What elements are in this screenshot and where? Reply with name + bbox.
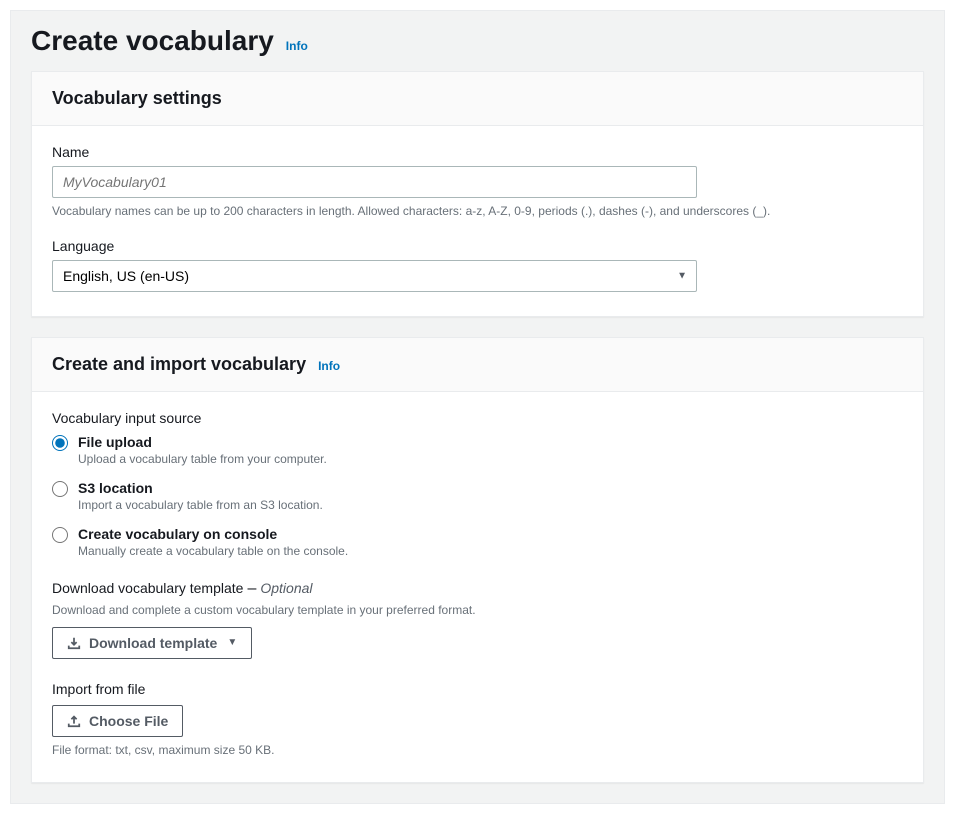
vocabulary-settings-title: Vocabulary settings [52,88,222,109]
radio-item-console[interactable]: Create vocabulary on console Manually cr… [52,526,903,558]
create-import-title: Create and import vocabulary [52,354,306,375]
language-field: Language English, US (en-US) ▼ [52,238,903,292]
radio-text: File upload Upload a vocabulary table fr… [78,434,327,466]
language-label: Language [52,238,903,254]
choose-file-button-label: Choose File [89,713,168,729]
download-template-hint: Download and complete a custom vocabular… [52,602,903,619]
download-icon [67,636,81,650]
input-source-radio-group: File upload Upload a vocabulary table fr… [52,434,903,558]
radio-text: S3 location Import a vocabulary table fr… [78,480,323,512]
choose-file-button[interactable]: Choose File [52,705,183,737]
import-file-label: Import from file [52,681,903,697]
radio-desc: Manually create a vocabulary table on th… [78,544,348,558]
name-hint: Vocabulary names can be up to 200 charac… [52,203,903,220]
panel-body: Vocabulary input source File upload Uplo… [32,392,923,783]
radio-item-file-upload[interactable]: File upload Upload a vocabulary table fr… [52,434,903,466]
name-label: Name [52,144,903,160]
radio-console[interactable] [52,527,68,543]
import-file-section: Import from file Choose File File format… [52,681,903,759]
vocabulary-name-input[interactable] [52,166,697,198]
language-select-wrap: English, US (en-US) ▼ [52,260,697,292]
page-header: Create vocabulary Info [31,25,924,57]
page-container: Create vocabulary Info Vocabulary settin… [10,10,945,804]
download-template-button[interactable]: Download template ▼ [52,627,252,659]
download-template-button-label: Download template [89,635,217,651]
panel-body: Name Vocabulary names can be up to 200 c… [32,126,923,316]
import-file-hint: File format: txt, csv, maximum size 50 K… [52,742,903,759]
radio-title: Create vocabulary on console [78,526,348,542]
input-source-label: Vocabulary input source [52,410,903,426]
create-import-info-link[interactable]: Info [318,359,340,373]
page-title: Create vocabulary [31,25,274,57]
name-field: Name Vocabulary names can be up to 200 c… [52,144,903,220]
download-template-label: Download vocabulary template [52,580,243,596]
create-import-panel: Create and import vocabulary Info Vocabu… [31,337,924,784]
upload-icon [67,714,81,728]
separator: – [247,580,256,598]
radio-desc: Upload a vocabulary table from your comp… [78,452,327,466]
optional-tag: Optional [260,580,312,596]
language-select[interactable]: English, US (en-US) [52,260,697,292]
radio-desc: Import a vocabulary table from an S3 loc… [78,498,323,512]
input-source-field: Vocabulary input source File upload Uplo… [52,410,903,558]
download-template-label-row: Download vocabulary template – Optional [52,580,903,598]
radio-s3-location[interactable] [52,481,68,497]
radio-title: File upload [78,434,327,450]
radio-file-upload[interactable] [52,435,68,451]
chevron-down-icon: ▼ [227,637,237,648]
panel-header: Create and import vocabulary Info [32,338,923,392]
radio-text: Create vocabulary on console Manually cr… [78,526,348,558]
panel-header: Vocabulary settings [32,72,923,126]
vocabulary-settings-panel: Vocabulary settings Name Vocabulary name… [31,71,924,317]
radio-title: S3 location [78,480,323,496]
download-template-section: Download vocabulary template – Optional … [52,580,903,659]
page-info-link[interactable]: Info [286,39,308,53]
radio-item-s3-location[interactable]: S3 location Import a vocabulary table fr… [52,480,903,512]
